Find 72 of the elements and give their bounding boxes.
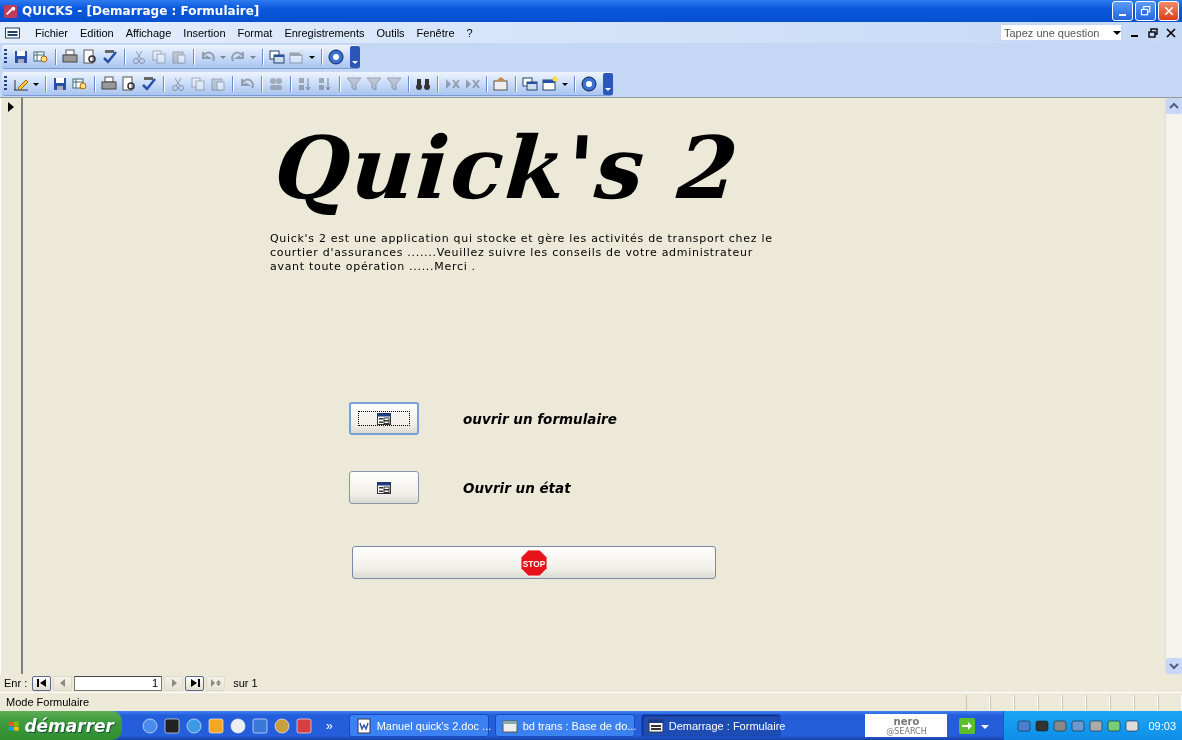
print-preview-icon[interactable] bbox=[120, 75, 138, 92]
menu-item[interactable]: Outils bbox=[370, 26, 411, 39]
record-count: sur 1 bbox=[233, 677, 258, 689]
spelling-check-icon[interactable] bbox=[101, 48, 119, 65]
windows-icon[interactable] bbox=[521, 75, 539, 92]
clock: 09:03 bbox=[1148, 719, 1176, 732]
intro-paragraph: Quick's 2 est une application qui stocke et gère les activités de transport chez le courtier d'assurances .......Veuillez suivre les conseils de votre administrateur avant toute opération ......Merci . bbox=[270, 232, 774, 274]
logo-title: Quick's 2 bbox=[271, 118, 744, 218]
menu-item[interactable]: ? bbox=[460, 26, 479, 39]
scroll-down-icon[interactable] bbox=[1166, 658, 1182, 674]
form-icon[interactable] bbox=[4, 26, 21, 39]
button-caption: Ouvrir un état bbox=[463, 479, 571, 496]
menu-item[interactable]: Edition bbox=[74, 26, 120, 39]
record-number-field[interactable]: 1 bbox=[74, 675, 163, 691]
scroll-up-icon[interactable] bbox=[1166, 98, 1182, 114]
record-selector[interactable] bbox=[0, 98, 23, 674]
start-button[interactable]: démarrer bbox=[0, 711, 122, 740]
help-icon[interactable] bbox=[327, 48, 345, 65]
minimize-button[interactable] bbox=[1112, 1, 1133, 21]
minimize-icon bbox=[1119, 14, 1126, 16]
form-icon bbox=[377, 481, 391, 494]
toolbar-options-icon[interactable] bbox=[350, 45, 360, 68]
toolbar-options-icon[interactable] bbox=[603, 72, 613, 95]
current-record-icon bbox=[8, 102, 14, 112]
menu-item[interactable]: Format bbox=[231, 26, 279, 39]
form-button[interactable] bbox=[349, 402, 419, 435]
close-icon[interactable] bbox=[1166, 27, 1176, 38]
vertical-scrollbar[interactable] bbox=[1165, 98, 1182, 674]
stop-button[interactable]: STOP bbox=[352, 546, 716, 579]
menu-item[interactable]: Fichier bbox=[29, 26, 74, 39]
spelling-check-icon[interactable] bbox=[140, 75, 158, 92]
button-caption: ouvrir un formulaire bbox=[463, 410, 617, 427]
first-record-button[interactable] bbox=[32, 675, 52, 691]
last-record-button[interactable] bbox=[185, 675, 205, 691]
help-icon[interactable] bbox=[580, 75, 598, 92]
properties-icon[interactable] bbox=[492, 75, 510, 92]
restore-button[interactable] bbox=[1135, 1, 1156, 21]
arrow-right-icon[interactable] bbox=[959, 717, 976, 734]
search-box[interactable]: nero @SEARCH bbox=[865, 714, 948, 737]
restore-icon bbox=[1139, 5, 1152, 17]
status-text: Mode Formulaire bbox=[6, 696, 90, 708]
menu-item[interactable]: Affichage bbox=[119, 26, 178, 39]
menu-item[interactable]: Fenêtre bbox=[410, 26, 461, 39]
taskbar-button[interactable]: Manuel quick's 2.doc ... bbox=[348, 714, 489, 737]
form-icon bbox=[377, 412, 391, 425]
brand-text: nero bbox=[893, 715, 920, 727]
overflow-chevron[interactable]: » bbox=[326, 718, 333, 733]
stop-sign-icon: STOP bbox=[520, 548, 548, 577]
new-record-icon bbox=[209, 678, 222, 688]
form-icon bbox=[647, 717, 664, 734]
windows-icon[interactable] bbox=[268, 48, 286, 65]
record-label: Enr : bbox=[4, 677, 28, 689]
dropdown-arrow-icon[interactable] bbox=[1113, 28, 1121, 37]
printer-icon[interactable] bbox=[100, 75, 118, 92]
skip-forward-icon bbox=[188, 678, 201, 688]
table-magnifier-icon[interactable] bbox=[71, 75, 89, 92]
document-icon bbox=[355, 717, 372, 734]
table-magnifier-icon[interactable] bbox=[32, 48, 50, 65]
skip-back-icon bbox=[35, 678, 48, 688]
menu-item[interactable]: Enregistrements bbox=[278, 26, 371, 39]
close-button[interactable] bbox=[1158, 1, 1179, 21]
window-title: QUICKS - [Demarrage : Formulaire] bbox=[22, 4, 261, 18]
new-object-icon[interactable] bbox=[541, 75, 559, 92]
menu-item[interactable]: Insertion bbox=[177, 26, 232, 39]
brand-tagline: @SEARCH bbox=[886, 726, 927, 736]
form-button[interactable] bbox=[349, 471, 419, 504]
taskbar-button[interactable]: bd trans : Base de do... bbox=[494, 714, 635, 737]
close-icon bbox=[1162, 5, 1175, 17]
question-field[interactable]: Tapez une question bbox=[1000, 24, 1122, 41]
print-preview-icon[interactable] bbox=[81, 48, 99, 65]
restore-icon[interactable] bbox=[1148, 27, 1158, 38]
printer-icon[interactable] bbox=[61, 48, 79, 65]
